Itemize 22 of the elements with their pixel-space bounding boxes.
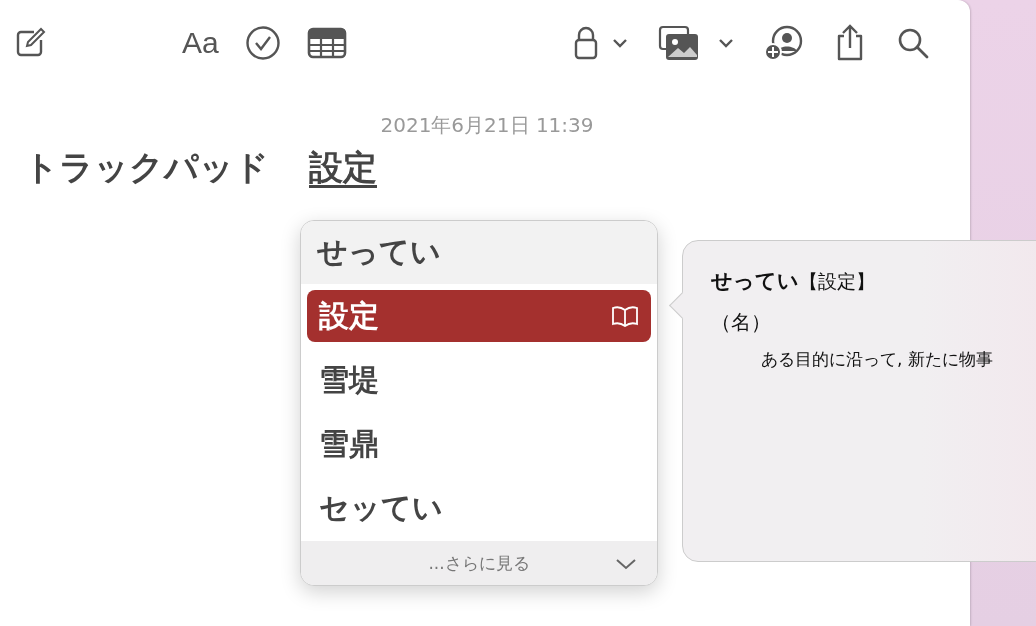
format-button[interactable]: Aa — [182, 26, 219, 60]
more-button[interactable]: ...さらに見る — [301, 541, 657, 585]
search-icon[interactable] — [896, 26, 930, 60]
lock-icon[interactable] — [572, 25, 628, 61]
candidate-item[interactable]: 雪堤 — [307, 354, 651, 406]
table-icon[interactable] — [306, 27, 347, 59]
media-icon[interactable] — [658, 25, 734, 61]
chevron-down-icon[interactable] — [615, 558, 637, 570]
reading-text: せってい — [301, 221, 657, 284]
candidate-item[interactable]: 雪鼎 — [307, 418, 651, 470]
dictionary-headword: せってい【設定】 — [711, 268, 876, 295]
checklist-icon[interactable] — [244, 25, 281, 61]
part-of-speech: （名） — [711, 309, 772, 336]
marked-text: 設定 — [309, 146, 377, 189]
book-icon — [611, 305, 639, 327]
add-person-icon[interactable] — [764, 25, 804, 61]
note-text: トラックパッド — [24, 146, 269, 189]
candidate-item[interactable]: 設定 — [307, 290, 651, 342]
compose-icon[interactable] — [14, 27, 46, 59]
note-date: 2021年6月21日 11:39 — [379, 112, 595, 139]
definition-text: ある目的に沿って, 新たに物事 — [760, 348, 994, 371]
candidate-item[interactable]: セッてい — [307, 482, 651, 534]
